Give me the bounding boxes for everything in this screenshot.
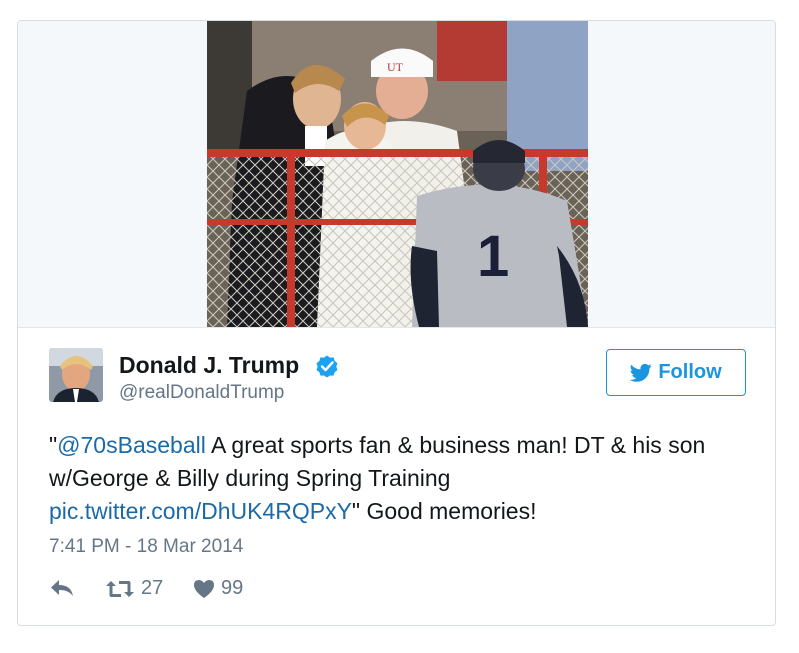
author-name[interactable]: Donald J. Trump [119, 352, 299, 379]
retweet-icon [106, 580, 134, 597]
retweet-count: 27 [141, 577, 164, 599]
verified-badge-icon [316, 355, 338, 378]
mention-link[interactable]: @70sBaseball [57, 432, 206, 458]
like-button[interactable]: 99 [193, 577, 243, 600]
pic-link[interactable]: pic.twitter.com/DhUK4RQPxY [49, 498, 352, 524]
svg-text:1: 1 [477, 224, 509, 289]
reply-button[interactable] [49, 577, 75, 599]
avatar[interactable] [49, 348, 103, 402]
tweet-text: "@70sBaseball A great sports fan & busin… [49, 429, 759, 528]
tweet-card: UT 1 Donald J. Trump @realDonaldTrump Fo… [17, 20, 776, 626]
quote-open: " [49, 432, 58, 458]
tweet-tail: " Good memories! [351, 498, 537, 524]
reply-icon [51, 580, 73, 596]
svg-text:UT: UT [387, 60, 404, 74]
author-handle[interactable]: @realDonaldTrump [119, 382, 284, 404]
tweet-timestamp[interactable]: 7:41 PM - 18 Mar 2014 [49, 536, 243, 558]
follow-button[interactable]: Follow [606, 349, 746, 396]
tweet-media[interactable]: UT 1 [18, 21, 775, 328]
retweet-button[interactable]: 27 [105, 577, 163, 600]
twitter-bird-icon [630, 363, 652, 382]
like-count: 99 [221, 577, 244, 599]
follow-button-label: Follow [658, 361, 722, 383]
baseball-photo[interactable]: UT 1 [207, 21, 588, 327]
heart-icon [194, 579, 214, 598]
